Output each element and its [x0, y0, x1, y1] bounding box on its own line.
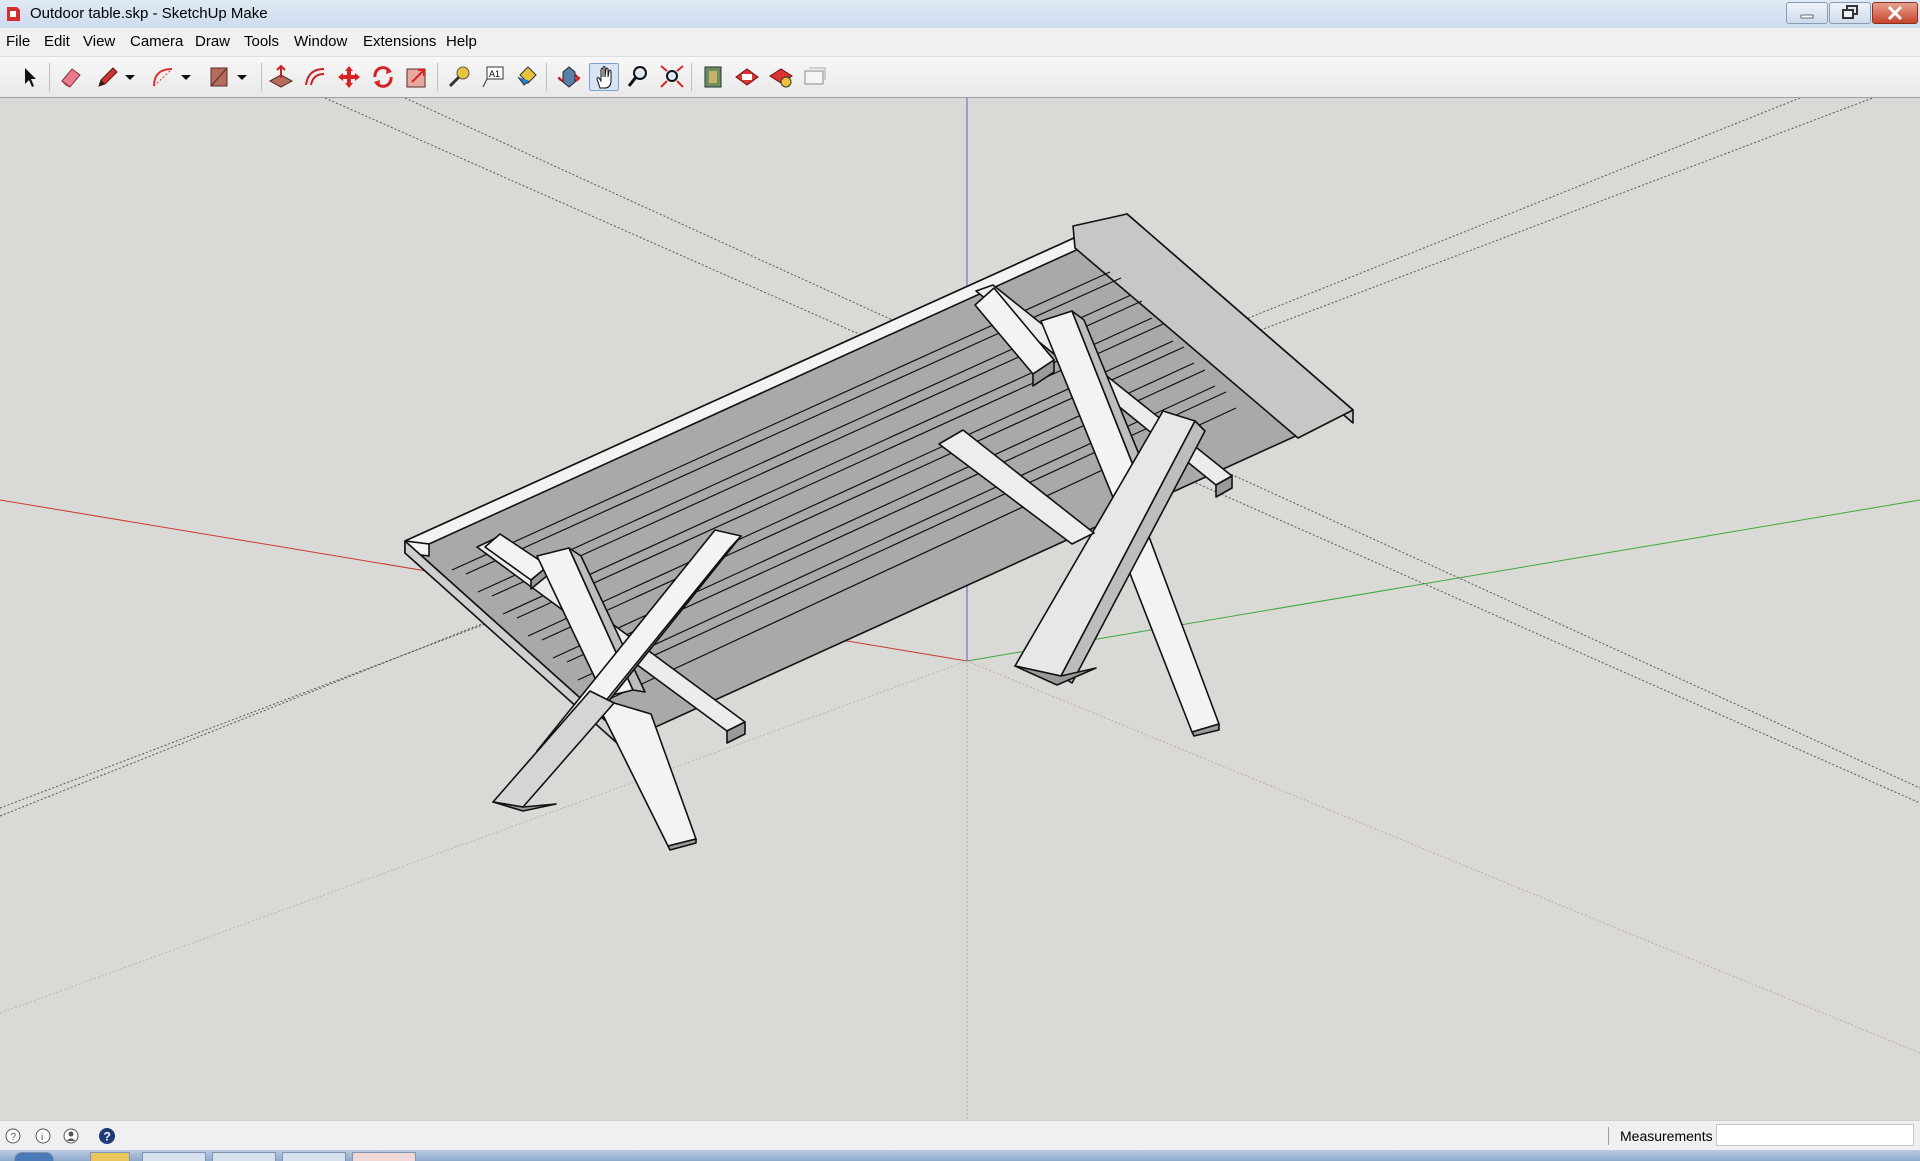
model-viewport[interactable]	[0, 79, 1920, 1120]
minimize-icon	[1800, 14, 1814, 19]
status-separator	[1608, 1127, 1609, 1145]
text-tool[interactable]: A1	[478, 63, 508, 91]
layout-icon	[804, 67, 826, 85]
pencil-tool[interactable]	[92, 63, 122, 91]
menu-help[interactable]: Help	[446, 33, 477, 50]
taskbar-app[interactable]	[282, 1152, 346, 1161]
arc-tool[interactable]	[148, 63, 178, 91]
arc-dropdown[interactable]	[178, 63, 194, 91]
menu-tools[interactable]: Tools	[244, 33, 279, 50]
offset-tool[interactable]	[300, 63, 330, 91]
rotate-tool[interactable]	[368, 63, 398, 91]
zoom-icon	[627, 66, 647, 87]
minimize-button[interactable]	[1786, 2, 1828, 24]
eraser-icon	[61, 68, 81, 88]
zoom-tool[interactable]	[623, 63, 653, 91]
push-pull-tool[interactable]	[266, 63, 296, 91]
pan-icon	[596, 66, 612, 89]
toolbar-separator	[261, 63, 262, 91]
status-bar: ? i ? Measurements	[0, 1120, 1920, 1151]
svg-text:A1: A1	[489, 69, 500, 79]
os-taskbar	[0, 1150, 1920, 1161]
toolbar-separator	[437, 63, 438, 91]
menu-edit[interactable]: Edit	[44, 33, 70, 50]
dropdown-arrow-icon	[125, 75, 135, 80]
rotate-icon	[373, 66, 393, 88]
paint-bucket-icon	[517, 66, 537, 86]
warehouse-icon	[704, 66, 722, 88]
text-icon: A1	[482, 66, 504, 88]
taskbar-sketchup[interactable]	[352, 1152, 416, 1161]
green-axis-dashed	[0, 660, 968, 1014]
measurements-label: Measurements	[1620, 1128, 1713, 1144]
menu-view[interactable]: View	[83, 33, 115, 50]
extension-warehouse-icon	[735, 68, 759, 86]
menu-camera[interactable]: Camera	[130, 33, 183, 50]
warehouse-tool[interactable]	[698, 63, 728, 91]
toolbar-separator	[546, 63, 547, 91]
taskbar-app[interactable]	[212, 1152, 276, 1161]
layout-tool[interactable]	[800, 63, 830, 91]
help-icon[interactable]: ?	[98, 1127, 116, 1145]
user-icon[interactable]	[62, 1127, 80, 1145]
move-tool[interactable]	[334, 63, 364, 91]
zoom-extents-icon	[660, 65, 684, 88]
extension-warehouse-tool[interactable]	[732, 63, 762, 91]
taskbar-explorer[interactable]	[90, 1152, 130, 1161]
pencil-dropdown[interactable]	[122, 63, 138, 91]
menu-window[interactable]: Window	[294, 33, 347, 50]
select-icon	[25, 68, 36, 87]
rectangle-dropdown[interactable]	[234, 63, 250, 91]
share-model-tool[interactable]	[766, 63, 796, 91]
pan-tool[interactable]	[589, 63, 619, 91]
getting-started-toolbar: A1	[0, 57, 1920, 98]
dropdown-arrow-icon	[237, 75, 247, 80]
menu-file[interactable]: File	[6, 33, 30, 50]
scale-tool[interactable]	[402, 63, 432, 91]
dropdown-arrow-icon	[181, 75, 191, 80]
geo-location-icon[interactable]: ?	[4, 1127, 22, 1145]
paint-bucket-tool[interactable]	[512, 63, 542, 91]
svg-text:?: ?	[11, 1132, 17, 1143]
taskbar-app[interactable]	[142, 1152, 206, 1161]
toolbar-separator	[49, 63, 50, 91]
push-pull-icon	[268, 64, 294, 88]
orbit-tool[interactable]	[554, 63, 584, 91]
toolbar-separator	[691, 63, 692, 91]
orbit-icon	[557, 66, 581, 88]
move-icon	[338, 66, 360, 88]
close-icon	[1887, 5, 1903, 21]
rectangle-icon	[210, 67, 228, 87]
menu-bar: File Edit View Camera Draw Tools Window …	[0, 28, 1920, 57]
start-button[interactable]	[14, 1152, 54, 1161]
pencil-icon	[98, 67, 118, 87]
zoom-extents-tool[interactable]	[657, 63, 687, 91]
close-button[interactable]	[1872, 2, 1918, 24]
restore-button[interactable]	[1829, 2, 1871, 24]
outdoor-table-model	[404, 213, 1354, 851]
select-tool[interactable]	[14, 63, 44, 91]
scale-icon	[406, 68, 426, 88]
svg-text:i: i	[41, 1132, 43, 1143]
model-canvas	[0, 79, 1920, 1120]
title-bar: Outdoor table.skp - SketchUp Make	[0, 0, 1920, 29]
red-axis-dashed	[966, 660, 1920, 1054]
rectangle-tool[interactable]	[204, 63, 234, 91]
arc-icon	[153, 68, 173, 87]
sketchup-app-icon	[7, 7, 20, 21]
tape-measure-tool[interactable]	[444, 63, 474, 91]
measurements-input[interactable]	[1716, 1124, 1914, 1146]
menu-extensions[interactable]: Extensions	[363, 33, 436, 50]
restore-icon	[1842, 5, 1858, 19]
menu-draw[interactable]: Draw	[195, 33, 230, 50]
share-model-icon	[769, 68, 793, 88]
tape-measure-icon	[448, 66, 470, 88]
window-title: Outdoor table.skp - SketchUp Make	[30, 5, 268, 22]
svg-text:?: ?	[104, 1130, 111, 1144]
credits-icon[interactable]: i	[34, 1127, 52, 1145]
eraser-tool[interactable]	[56, 63, 86, 91]
offset-icon	[305, 68, 325, 86]
